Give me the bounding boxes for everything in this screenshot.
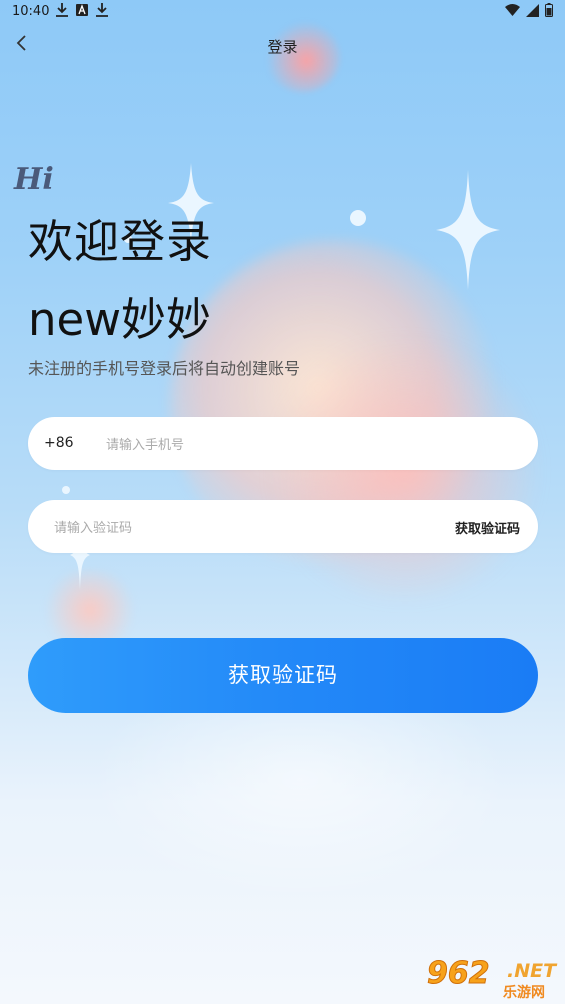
dot-decoration [62,486,70,494]
watermark-name: 乐游网 [503,985,545,1001]
get-code-button[interactable]: 获取验证码 [28,638,538,713]
a-icon [76,4,88,16]
system-icons [505,3,553,17]
sparkle-icon [436,170,500,290]
dot-decoration [350,210,366,226]
watermark-number: 962 [427,956,491,992]
status-bar: 10:40 [0,0,565,24]
verification-code-input[interactable] [52,510,436,546]
watermark-domain: .NET [507,960,557,982]
download-icon [96,3,108,17]
light-haze-decoration [90,700,510,900]
cloud-decoration [260,340,550,600]
welcome-heading: 欢迎登录 [28,215,213,268]
battery-icon [545,3,553,17]
download-icon [56,3,68,17]
page-title: 登录 [267,38,298,56]
country-code-selector[interactable]: +86 [44,435,74,451]
notification-icons [56,3,108,17]
get-code-link[interactable]: 获取验证码 [455,518,520,537]
watermark-logo: 962 .NET 乐游网 [427,956,557,1002]
heart-decoration [265,22,340,92]
hi-text: Hi [14,162,54,197]
phone-field: +86 [28,417,538,470]
signal-icon [526,3,539,17]
app-name-heading: new妙妙 [28,293,212,346]
phone-input[interactable] [104,427,508,463]
register-hint: 未注册的手机号登录后将自动创建账号 [28,359,301,378]
verification-code-field: 获取验证码 [28,500,538,553]
status-time: 10:40 [12,4,50,19]
wifi-icon [505,4,520,16]
